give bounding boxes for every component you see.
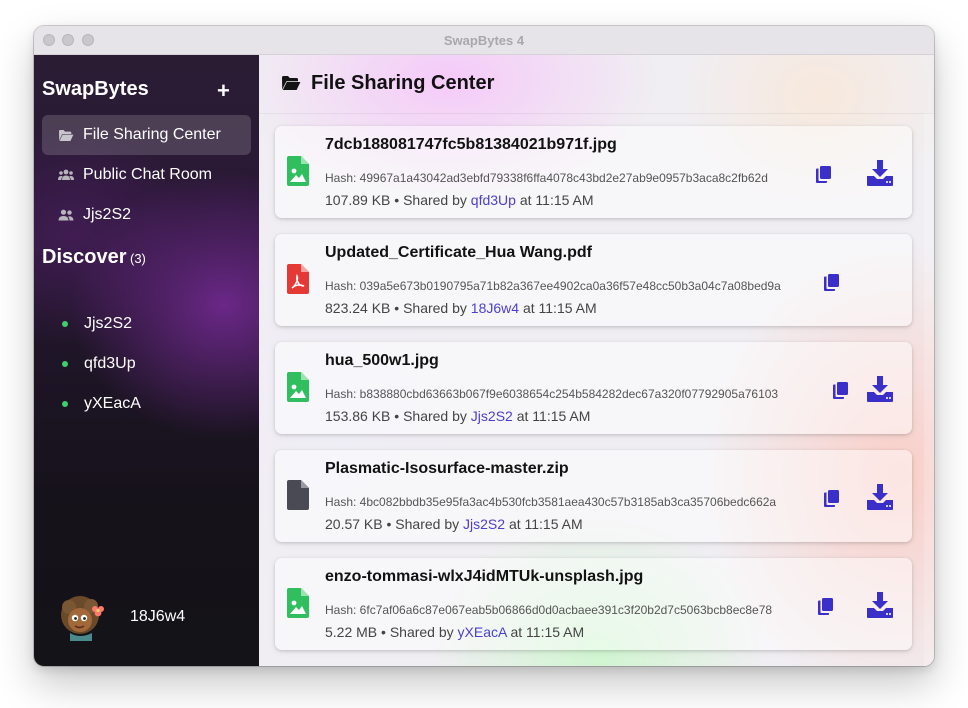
download-icon[interactable] xyxy=(867,484,893,510)
window-title: SwapBytes 4 xyxy=(443,33,525,48)
shared-by-user-link[interactable]: Jjs2S2 xyxy=(463,516,505,532)
file-size: 20.57 KB xyxy=(325,516,383,532)
download-icon[interactable] xyxy=(867,160,893,186)
main-panel: File Sharing Center 7dcb188081747fc5b813… xyxy=(259,55,934,666)
file-meta: 5.22 MB • Shared by yXEacA at 11:15 AM xyxy=(325,624,584,640)
user-group-icon xyxy=(58,209,74,221)
peer-label: yXEacA xyxy=(84,395,141,412)
copy-icon[interactable] xyxy=(824,274,839,291)
file-hash: Hash: 6fc7af06a6c87e067eab5b06866d0d0acb… xyxy=(325,603,773,617)
file-name: 7dcb188081747fc5b81384021b971f.jpg xyxy=(325,136,617,153)
peer-label: qfd3Up xyxy=(84,355,136,372)
file-name: hua_500w1.jpg xyxy=(325,352,439,369)
file-hash: Hash: b838880cbd63663b067f9e6038654c254b… xyxy=(325,387,779,401)
folder-open-icon xyxy=(281,75,301,96)
title-bar: SwapBytes 4 xyxy=(34,26,934,55)
main-header: File Sharing Center xyxy=(259,55,934,114)
download-icon[interactable] xyxy=(867,376,893,402)
file-size: 5.22 MB xyxy=(325,624,378,640)
shared-time: at 11:15 AM xyxy=(522,300,597,316)
sidebar-item-jjs2s2[interactable]: Jjs2S2 xyxy=(42,195,251,235)
peer-item-jjs2s2[interactable]: Jjs2S2 xyxy=(42,304,251,344)
users-icon xyxy=(58,169,74,181)
shared-by-label: • Shared by xyxy=(381,624,454,640)
peer-item-qfd3up[interactable]: qfd3Up xyxy=(42,344,251,384)
peer-label: Jjs2S2 xyxy=(84,315,133,332)
file-card: Plasmatic-Isosurface-master.zip Hash: 4b… xyxy=(275,450,912,542)
shared-by-label: • Shared by xyxy=(394,300,467,316)
sidebar-item-label: File Sharing Center xyxy=(83,126,221,143)
shared-by-user-link[interactable]: yXEacA xyxy=(458,624,507,640)
shared-by-user-link[interactable]: Jjs2S2 xyxy=(471,408,513,424)
online-status-dot xyxy=(62,361,68,367)
shared-by-user-link[interactable]: 18J6w4 xyxy=(471,300,519,316)
download-icon[interactable] xyxy=(867,592,893,618)
file-name: Plasmatic-Isosurface-master.zip xyxy=(325,460,569,477)
pdf-file-icon xyxy=(287,264,309,294)
file-card: hua_500w1.jpg Hash: b838880cbd63663b067f… xyxy=(275,342,912,434)
discover-heading: Discover xyxy=(42,246,127,268)
app-window: SwapBytes 4 SwapBytes + File Sharing Cen… xyxy=(34,26,934,666)
file-meta: 20.57 KB • Shared by Jjs2S2 at 11:15 AM xyxy=(325,516,583,532)
copy-icon[interactable] xyxy=(816,166,831,183)
shared-by-user-link[interactable]: qfd3Up xyxy=(471,192,516,208)
page-title: File Sharing Center xyxy=(311,72,495,94)
file-meta: 107.89 KB • Shared by qfd3Up at 11:15 AM xyxy=(325,192,594,208)
file-card: 7dcb188081747fc5b81384021b971f.jpg Hash:… xyxy=(275,126,912,218)
file-card: Updated_Certificate_Hua Wang.pdf Hash: 0… xyxy=(275,234,912,326)
generic-file-icon xyxy=(287,480,309,510)
file-size: 107.89 KB xyxy=(325,192,391,208)
copy-icon[interactable] xyxy=(833,382,848,399)
folder-open-icon xyxy=(58,129,74,142)
sidebar-item-file-sharing-center[interactable]: File Sharing Center xyxy=(42,115,251,155)
file-hash: Hash: 039a5e673b0190795a71b82a367ee4902c… xyxy=(325,279,781,293)
file-card: enzo-tommasi-wlxJ4idMTUk-unsplash.jpg Ha… xyxy=(275,558,912,650)
file-meta: 823.24 KB • Shared by 18J6w4 at 11:15 AM xyxy=(325,300,597,316)
sidebar: SwapBytes + File Sharing Center Public C… xyxy=(34,55,259,666)
file-meta: 153.86 KB • Shared by Jjs2S2 at 11:15 AM xyxy=(325,408,590,424)
file-size: 153.86 KB xyxy=(325,408,391,424)
add-button[interactable]: + xyxy=(217,80,230,102)
shared-by-label: • Shared by xyxy=(386,516,460,532)
current-user-name: 18J6w4 xyxy=(130,608,186,625)
image-file-icon xyxy=(287,156,309,186)
cartoon-avatar-icon xyxy=(61,596,104,641)
discover-count: (3) xyxy=(130,251,146,266)
scrollbar-track[interactable] xyxy=(924,113,934,666)
file-hash: Hash: 4bc082bbdb35e95fa3ac4b530fcb3581ae… xyxy=(325,495,777,509)
shared-time: at 11:15 AM xyxy=(510,624,585,640)
current-user[interactable]: 18J6w4 xyxy=(58,593,185,641)
sidebar-item-label: Jjs2S2 xyxy=(83,206,132,223)
file-name: Updated_Certificate_Hua Wang.pdf xyxy=(325,244,592,261)
online-status-dot xyxy=(62,401,68,407)
online-status-dot xyxy=(62,321,68,327)
app-name: SwapBytes xyxy=(42,78,149,100)
copy-icon[interactable] xyxy=(824,490,839,507)
file-hash: Hash: 49967a1a43042ad3ebfd79338f6ffa4078… xyxy=(325,171,768,185)
shared-time: at 11:15 AM xyxy=(519,192,594,208)
sidebar-item-public-chat-room[interactable]: Public Chat Room xyxy=(42,155,251,195)
shared-by-label: • Shared by xyxy=(394,408,467,424)
sidebar-item-label: Public Chat Room xyxy=(83,166,212,183)
image-file-icon xyxy=(287,372,309,402)
image-file-icon xyxy=(287,588,309,618)
file-name: enzo-tommasi-wlxJ4idMTUk-unsplash.jpg xyxy=(325,568,644,585)
shared-time: at 11:15 AM xyxy=(516,408,591,424)
shared-time: at 11:15 AM xyxy=(508,516,583,532)
shared-by-label: • Shared by xyxy=(394,192,467,208)
copy-icon[interactable] xyxy=(818,598,833,615)
peer-item-yxeaca[interactable]: yXEacA xyxy=(42,384,251,424)
file-size: 823.24 KB xyxy=(325,300,391,316)
